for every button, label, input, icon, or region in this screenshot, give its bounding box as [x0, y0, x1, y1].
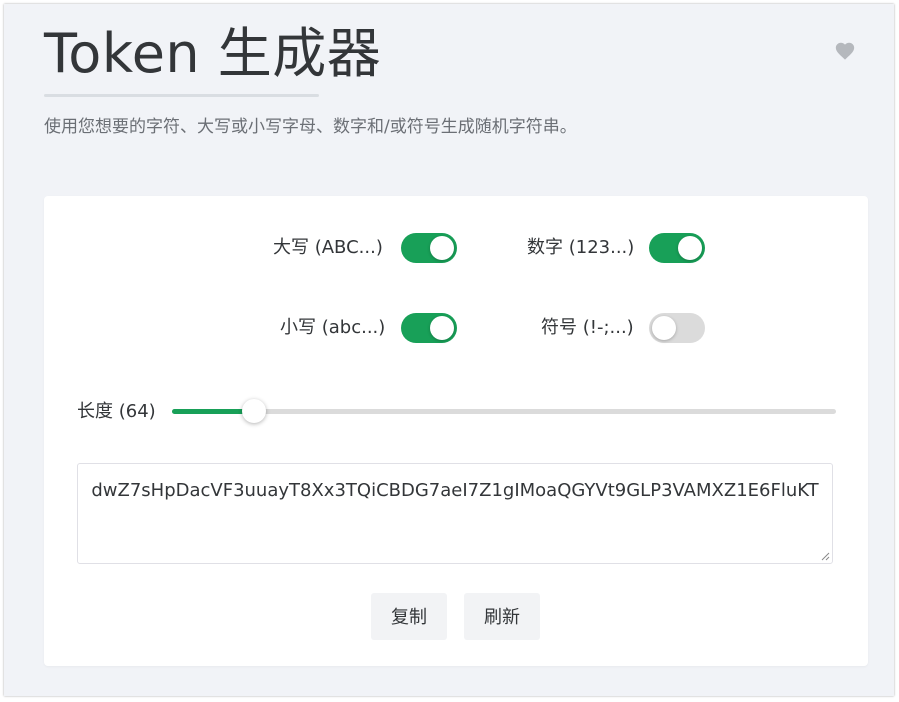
length-slider-rail	[172, 409, 836, 414]
app-frame: Token 生成器 使用您想要的字符、大写或小写字母、数字和/或符号生成随机字符…	[4, 4, 894, 696]
uppercase-toggle[interactable]	[401, 233, 457, 263]
lowercase-label: 小写 (abc...)	[280, 317, 386, 338]
generator-card: 大写 (ABC...) 数字 (123...) 小写 (abc...) 符号 (…	[44, 196, 868, 666]
page-description: 使用您想要的字符、大写或小写字母、数字和/或符号生成随机字符串。	[44, 117, 577, 137]
lowercase-toggle-knob	[430, 316, 454, 340]
resize-grip-icon[interactable]	[820, 551, 830, 561]
numbers-toggle-knob	[678, 236, 702, 260]
length-label: 长度 (64)	[77, 401, 156, 422]
length-slider-handle[interactable]	[241, 399, 266, 423]
copy-button[interactable]: 复制	[371, 593, 447, 640]
token-output[interactable]: dwZ7sHpDacVF3uuayT8Xx3TQiCBDG7aeI7Z1gIMo…	[77, 463, 833, 564]
heart-icon[interactable]	[834, 40, 856, 62]
token-text: dwZ7sHpDacVF3uuayT8Xx3TQiCBDG7aeI7Z1gIMo…	[91, 480, 819, 501]
page-title: Token 生成器	[44, 22, 382, 85]
symbols-toggle-knob	[652, 316, 676, 340]
uppercase-toggle-knob	[430, 236, 454, 260]
title-divider	[44, 94, 319, 97]
lowercase-toggle[interactable]	[401, 313, 457, 343]
refresh-button[interactable]: 刷新	[464, 593, 540, 640]
numbers-toggle[interactable]	[649, 233, 705, 263]
numbers-label: 数字 (123...)	[527, 237, 635, 258]
length-slider[interactable]	[172, 396, 836, 428]
symbols-toggle[interactable]	[649, 313, 705, 343]
symbols-label: 符号 (!-;...)	[541, 317, 634, 338]
uppercase-label: 大写 (ABC...)	[273, 237, 383, 258]
